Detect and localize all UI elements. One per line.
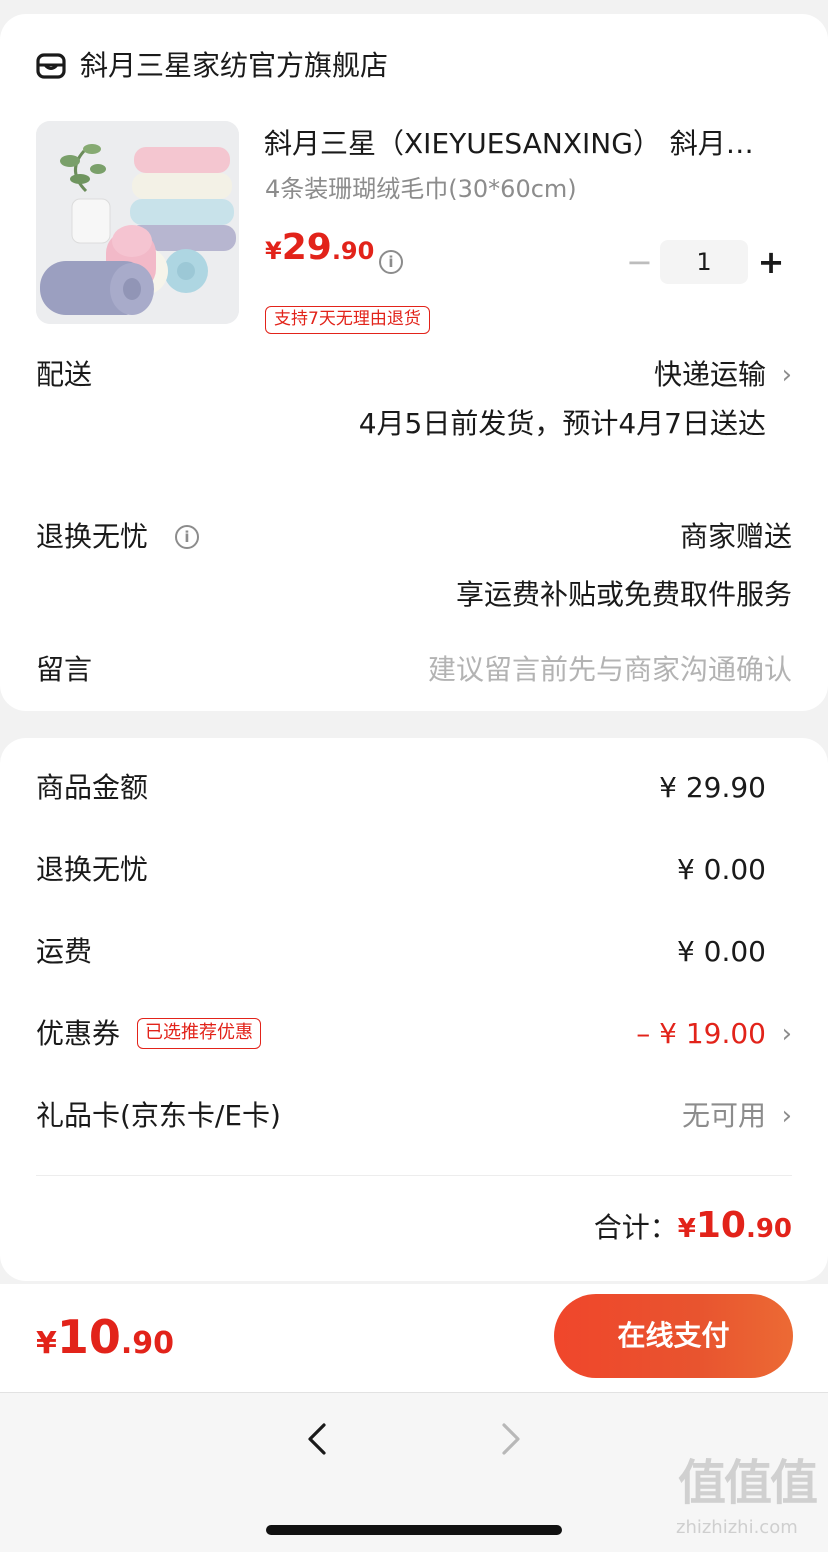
shipping-value: ¥ 0.00 <box>676 935 766 968</box>
divider <box>36 1175 792 1176</box>
giftcard-value[interactable]: 无可用 <box>682 1098 766 1134</box>
price-summary-card: 商品金额 ¥ 29.90 退换无忧 ¥ 0.00 运费 ¥ 0.00 优惠券 已… <box>0 738 828 1281</box>
return-service-value: 商家赠送 <box>679 520 792 553</box>
delivery-estimate: 4月5日前发货，预计4月7日送达 <box>358 407 766 440</box>
giftcard-label: 礼品卡(京东卡/E卡) <box>36 1099 281 1132</box>
pay-online-button[interactable]: 在线支付 <box>554 1294 793 1378</box>
order-total: 合计：¥10.90 <box>594 1200 792 1258</box>
watermark-url: zhizhizhi.com <box>676 1517 798 1538</box>
checkout-bar: ¥10.90 在线支付 <box>0 1284 828 1392</box>
total-label: 合计： <box>593 1211 678 1244</box>
return-service-info-icon[interactable]: i <box>175 525 199 549</box>
order-card: 斜月三星家纺官方旗舰店 斜月三星（XIEYUESANXING） 斜月三星 4条装… <box>0 14 828 711</box>
chevron-right-icon[interactable] <box>492 1419 532 1459</box>
total-integer: 10 <box>695 1205 746 1246</box>
store-icon <box>36 52 66 80</box>
chevron-right-icon[interactable]: › <box>782 1098 792 1134</box>
message-input[interactable]: 建议留言前先与商家沟通确认 <box>428 652 792 688</box>
quantity-increase-button[interactable]: + <box>756 242 786 282</box>
watermark-logo: 值值值 <box>678 1455 818 1511</box>
product-title[interactable]: 斜月三星（XIEYUESANXING） 斜月三星 4条装珊瑚绒毛巾 <box>264 126 774 162</box>
return-service-description: 享运费补贴或免费取件服务 <box>455 578 792 611</box>
chevron-right-icon[interactable]: › <box>782 357 792 393</box>
pay-currency: ¥ <box>36 1326 57 1361</box>
price-integer: 29 <box>281 227 332 268</box>
quantity-input[interactable]: 1 <box>660 240 748 284</box>
product-price: ¥29.90 <box>265 224 374 278</box>
coupon-label: 优惠券 <box>36 1017 121 1050</box>
price-currency: ¥ <box>265 237 282 265</box>
chevron-right-icon[interactable]: › <box>782 1016 792 1052</box>
price-info-icon[interactable]: i <box>379 250 403 274</box>
product-spec[interactable]: 4条装珊瑚绒毛巾(30*60cm) <box>265 172 577 206</box>
goods-amount-value: ¥ 29.90 <box>659 771 766 804</box>
home-indicator[interactable] <box>266 1525 562 1535</box>
total-decimal: .90 <box>745 1214 792 1244</box>
price-decimal: .90 <box>331 237 375 265</box>
total-currency: ¥ <box>677 1214 696 1244</box>
shipping-label: 运费 <box>36 935 93 968</box>
coupon-value[interactable]: – ¥ 19.00 <box>636 1016 766 1052</box>
return-fee-label: 退换无忧 <box>36 853 149 886</box>
delivery-label: 配送 <box>36 358 93 391</box>
return-service-label: 退换无忧 <box>36 520 149 553</box>
quantity-decrease-button[interactable]: − <box>626 244 653 280</box>
browser-nav-bar: 值值值 zhizhizhi.com <box>0 1392 828 1552</box>
pay-decimal: .90 <box>120 1326 175 1361</box>
pay-integer: 10 <box>56 1310 121 1364</box>
delivery-method[interactable]: 快递运输 <box>654 357 766 393</box>
chevron-left-icon[interactable] <box>298 1419 338 1459</box>
return-policy-badge: 支持7天无理由退货 <box>265 306 430 334</box>
product-image[interactable] <box>36 121 239 324</box>
coupon-badge: 已选推荐优惠 <box>137 1018 261 1049</box>
shop-name[interactable]: 斜月三星家纺官方旗舰店 <box>80 48 388 84</box>
message-label: 留言 <box>36 653 93 686</box>
pay-amount: ¥10.90 <box>36 1302 174 1383</box>
goods-amount-label: 商品金额 <box>36 771 149 804</box>
return-fee-value: ¥ 0.00 <box>676 853 766 886</box>
